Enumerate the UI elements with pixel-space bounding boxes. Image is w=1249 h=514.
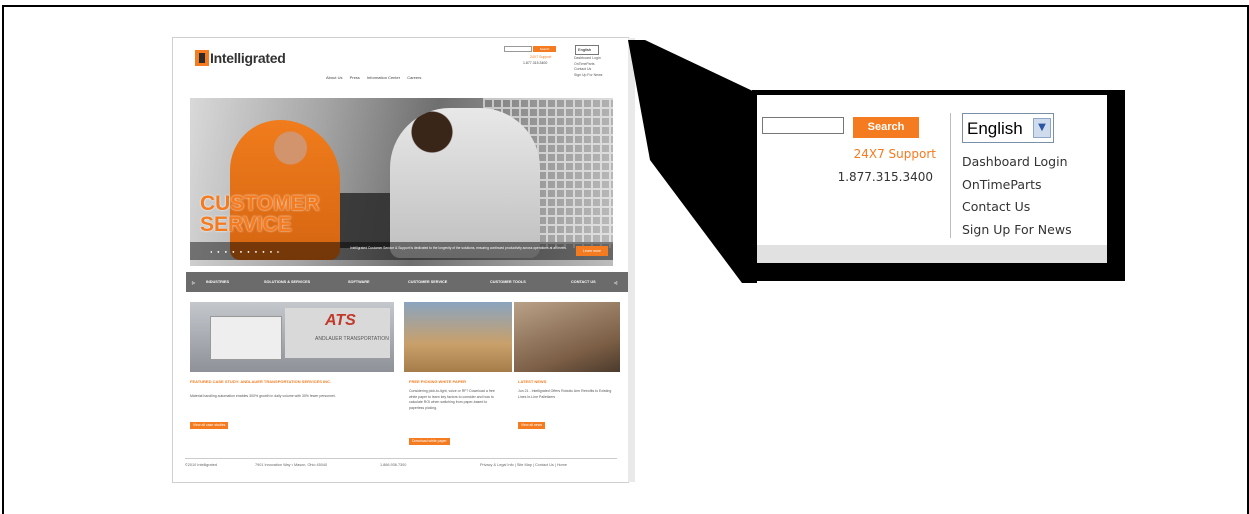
search-input[interactable] bbox=[762, 117, 844, 134]
language-value: English bbox=[967, 119, 1023, 138]
ontimeparts-link[interactable]: OnTimeParts bbox=[962, 174, 1072, 197]
utility-links: Dashboard Login OnTimeParts Contact Us S… bbox=[962, 151, 1072, 241]
callout-wedge-shape bbox=[628, 40, 757, 283]
phone-number: 1.877.315.3400 bbox=[837, 170, 933, 184]
vertical-divider bbox=[950, 113, 951, 238]
dashboard-login-link[interactable]: Dashboard Login bbox=[962, 151, 1072, 174]
callout-bottom-band bbox=[757, 245, 1107, 263]
chevron-down-icon[interactable]: ▼ bbox=[1033, 118, 1051, 138]
language-select[interactable]: English ▼ bbox=[962, 113, 1054, 143]
zoom-callout: Search 24X7 Support 1.877.315.3400 Engli… bbox=[752, 90, 1125, 281]
zoom-callout-content: Search 24X7 Support 1.877.315.3400 Engli… bbox=[757, 95, 1107, 263]
sign-up-news-link[interactable]: Sign Up For News bbox=[962, 219, 1072, 242]
search-button[interactable]: Search bbox=[853, 117, 919, 138]
support-link[interactable]: 24X7 Support bbox=[854, 147, 936, 161]
contact-us-link[interactable]: Contact Us bbox=[962, 196, 1072, 219]
